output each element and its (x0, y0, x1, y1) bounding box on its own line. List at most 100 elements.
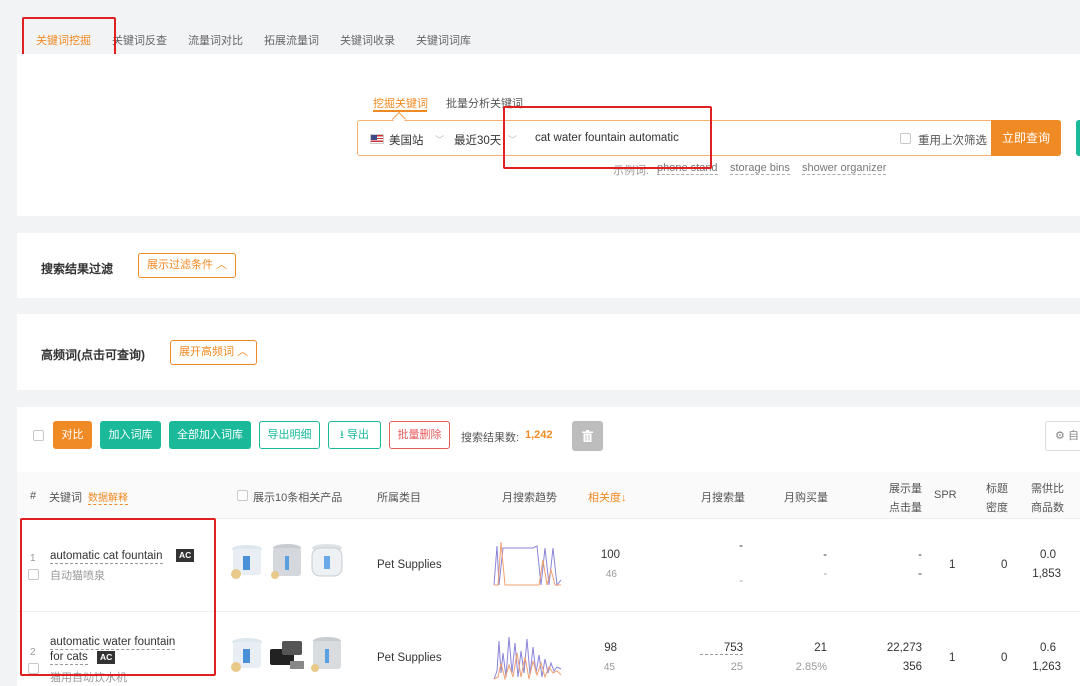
product-thumbnail[interactable] (268, 542, 306, 582)
row-index: 2 (30, 647, 36, 658)
example-link-3[interactable]: shower organizer (802, 162, 887, 175)
tab-keyword-indexing[interactable]: 关键词收录 (340, 32, 395, 48)
row-divider (17, 611, 1080, 612)
keyword-translation: 猫用自动饮水机 (50, 672, 127, 684)
col-show-products: 展示10条相关产品 (253, 492, 343, 504)
clicks-cell: 356 (902, 661, 922, 673)
add-to-library-button[interactable]: 加入词库 (100, 421, 161, 449)
product-thumbnail[interactable] (308, 635, 346, 675)
product-thumbnail[interactable] (268, 635, 306, 675)
chevron-up-icon: ︿ (237, 346, 249, 358)
row-index: 1 (30, 553, 36, 564)
col-spr[interactable]: SPR (934, 489, 957, 501)
products-count-cell: 1,853 (1032, 568, 1061, 580)
reuse-filter-label: 重用上次筛选 (918, 135, 987, 147)
col-supply-demand-1[interactable]: 需供比 (1031, 480, 1064, 496)
col-trend: 月搜索趋势 (502, 492, 557, 504)
keyword-link[interactable]: automatic water fountain (50, 635, 176, 650)
impressions-cell: 22,273 (886, 642, 922, 654)
trash-icon (582, 430, 593, 443)
row-checkbox[interactable] (28, 663, 39, 674)
category-cell: Pet Supplies (377, 559, 442, 571)
tab-expand-traffic[interactable]: 拓展流量词 (264, 32, 319, 48)
relevance-sub: 46 (605, 569, 617, 580)
relevance-cell: 100 (600, 549, 620, 561)
tab-traffic-compare[interactable]: 流量词对比 (188, 32, 243, 48)
add-all-to-library-button[interactable]: 全部加入词库 (169, 421, 251, 449)
search-submit-button[interactable]: 立即查询 (991, 120, 1061, 156)
spr-cell: 1 (949, 559, 956, 571)
monthly-search-cell[interactable]: 753 (700, 642, 743, 655)
monthly-purchase-sub: - (823, 568, 827, 580)
top-tab-bar: 关键词挖掘 关键词反查 流量词对比 拓展流量词 关键词收录 关键词词库 (0, 0, 1080, 54)
col-category: 所属类目 (377, 492, 421, 504)
result-count-label: 搜索结果数: (461, 432, 520, 444)
product-thumbnail[interactable] (228, 542, 266, 582)
col-impressions[interactable]: 展示量 (889, 480, 922, 496)
settings-label: 自 (1067, 430, 1079, 442)
col-relevance[interactable]: 相关度↓ (588, 489, 627, 505)
export-button[interactable]: ⭳ 导出 (328, 421, 381, 449)
chevron-down-icon[interactable]: ﹀ (508, 133, 517, 146)
keyword-link[interactable]: automatic cat fountain (50, 549, 163, 564)
side-action-button[interactable] (1076, 120, 1080, 156)
show-products-checkbox[interactable] (237, 490, 248, 501)
title-density-cell: 0 (1001, 652, 1008, 664)
subtab-underline (373, 110, 427, 112)
filter-title: 搜索结果过滤 (41, 262, 114, 276)
chevron-down-icon[interactable]: ﹀ (435, 133, 444, 146)
ac-badge: AC (97, 651, 116, 664)
data-explain-link[interactable]: 数据解释 (88, 489, 128, 505)
monthly-purchase-cell: - (823, 549, 827, 561)
export-label: 导出 (346, 429, 369, 441)
ac-badge: AC (176, 549, 195, 562)
category-cell: Pet Supplies (377, 652, 442, 664)
keyword-translation: 自动猫喷泉 (50, 570, 105, 582)
period-select[interactable]: 最近30天 (454, 132, 501, 148)
row-checkbox[interactable] (28, 569, 39, 580)
gear-icon: ⚙ (1055, 430, 1065, 442)
expand-frequent-button[interactable]: 展开高频词 ︿ (170, 340, 258, 365)
search-bar: 美国站 ﹀ 最近30天 ﹀ cat water fountain automat… (357, 120, 1061, 156)
product-thumbnail[interactable] (308, 542, 346, 582)
batch-delete-button[interactable]: 批量删除 (389, 421, 450, 449)
col-index: # (30, 490, 37, 502)
tab-keyword-mining[interactable]: 关键词挖掘 (36, 32, 91, 48)
col-supply-demand-2[interactable]: 商品数 (1031, 499, 1064, 515)
subtab-batch-analyze[interactable]: 批量分析关键词 (446, 95, 523, 111)
relevance-sub: 45 (603, 662, 615, 673)
col-clicks[interactable]: 点击量 (889, 499, 922, 515)
monthly-purchase-cell: 21 (814, 642, 827, 654)
title-density-cell: 0 (1001, 559, 1008, 571)
product-thumbnail[interactable] (228, 635, 266, 675)
example-link-2[interactable]: storage bins (730, 162, 790, 175)
col-relevance-label: 相关度 (588, 492, 621, 504)
settings-button[interactable]: ⚙ 自 (1045, 421, 1080, 451)
export-detail-button[interactable]: 导出明细 (259, 421, 320, 449)
chevron-up-icon: ︿ (216, 259, 228, 271)
reuse-filter-checkbox[interactable] (900, 133, 911, 144)
supply-demand-cell: 0.0 (1040, 549, 1056, 561)
select-all-checkbox[interactable] (33, 430, 44, 441)
row-divider (17, 518, 1080, 519)
examples-label: 示例词: (613, 165, 650, 177)
col-monthly-search[interactable]: 月搜索量 (701, 489, 745, 505)
monthly-search-sub: 25 (730, 661, 743, 673)
relevance-cell: 98 (604, 642, 617, 654)
trend-sparkline[interactable] (493, 540, 563, 588)
show-filter-button[interactable]: 展示过滤条件 ︿ (138, 253, 237, 278)
subtab-mine-keywords[interactable]: 挖掘关键词 (373, 95, 428, 111)
compare-button[interactable]: 对比 (53, 421, 92, 449)
trash-button[interactable] (572, 421, 603, 451)
search-input[interactable]: cat water fountain automatic (535, 132, 679, 144)
spr-cell: 1 (949, 652, 956, 664)
tab-keyword-library[interactable]: 关键词词库 (416, 32, 471, 48)
keyword-link-line2[interactable]: for cats (50, 650, 88, 665)
col-title-1: 标题 (986, 483, 1008, 495)
trend-sparkline[interactable] (493, 633, 563, 681)
us-flag-icon (370, 134, 384, 144)
tab-keyword-reverse[interactable]: 关键词反查 (112, 32, 167, 48)
col-monthly-purchase[interactable]: 月购买量 (784, 489, 828, 505)
example-link-1[interactable]: phone stand (657, 162, 718, 175)
site-select[interactable]: 美国站 (389, 132, 424, 148)
